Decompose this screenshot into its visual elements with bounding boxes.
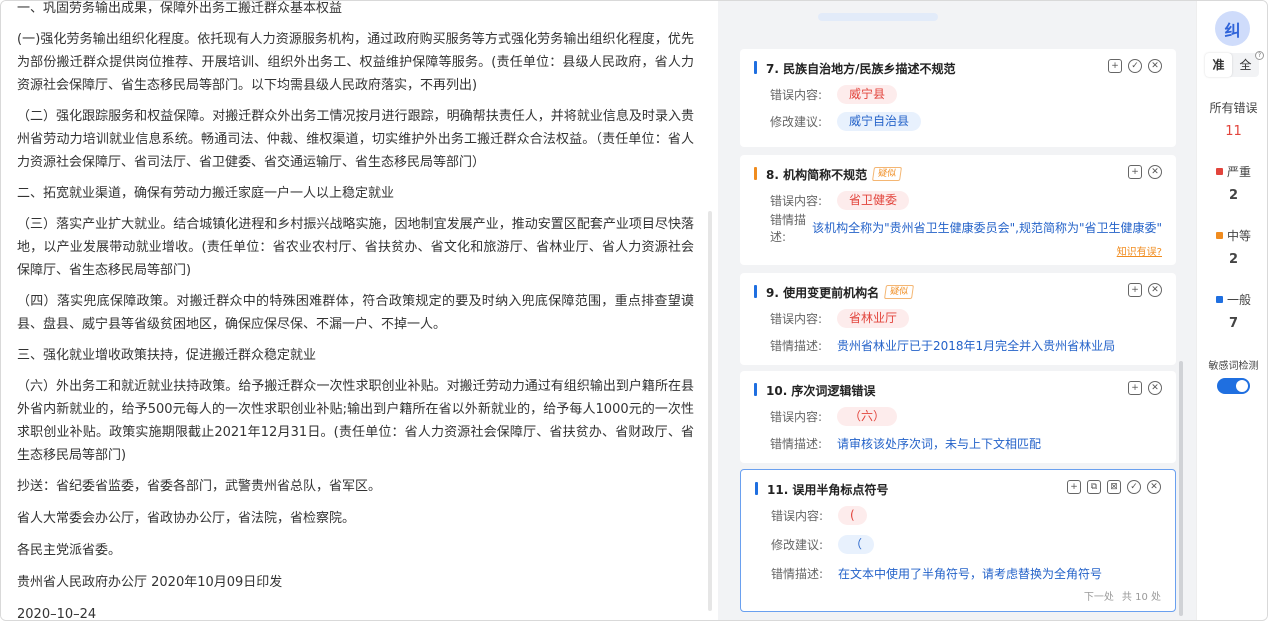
error-card-title: 7. 民族自治地方/民族乡描述不规范: [766, 61, 956, 76]
medium-dot-icon: [1215, 232, 1223, 239]
error-panel: 7. 民族自治地方/民族乡描述不规范 + ✓ ✕ 错误内容: 威宁县 修改建议:…: [718, 1, 1196, 620]
error-card-title: 9. 使用变更前机构名: [766, 285, 880, 300]
document-viewer: 一、巩固劳务输出成果，保障外出务工搬迁群众基本权益 (一)强化劳务输出组织化程度…: [1, 1, 708, 621]
content-label: 错误内容:: [770, 312, 823, 326]
suggestion-label: 修改建议:: [771, 538, 824, 552]
error-description: 在文本中使用了半角符号，请考虑替换为全角符号: [838, 567, 1103, 581]
doc-paragraph-4: （四）落实兜底保障政策。对搬迁群众中的特殊困难群体，符合政策规定的要及时纳入兜底…: [17, 294, 694, 332]
severe-count: 2: [1228, 188, 1239, 203]
doubt-tag: 疑似: [884, 285, 915, 299]
panel-scrollbar[interactable]: [1179, 361, 1183, 616]
severe-dot-icon: [1215, 168, 1223, 175]
general-filter[interactable]: 一般 7: [1197, 291, 1267, 331]
doc-heading-3: 三、强化就业增收政策扶持，促进搬迁群众稳定就业: [17, 348, 317, 363]
accept-icon[interactable]: ✓: [1128, 59, 1142, 73]
ignore-icon[interactable]: ✕: [1148, 59, 1162, 73]
error-content: 省卫健委: [837, 191, 910, 210]
error-card-8[interactable]: 8. 机构简称不规范 疑似 + ✕ 错误内容: 省卫健委 错情描述: 该机构全称…: [740, 155, 1176, 265]
doubt-tag: 疑似: [872, 167, 903, 181]
suggestion-label: 修改建议:: [770, 115, 823, 129]
all-errors-label: 所有错误: [1209, 101, 1258, 115]
previous-card-fragment: [818, 13, 938, 21]
general-count: 7: [1228, 316, 1239, 331]
description-label: 错情描述:: [770, 437, 823, 451]
doc-paragraph-1: (一)强化劳务输出组织化程度。依托现有人力资源服务机构，通过政府购买服务等方式强…: [17, 32, 694, 93]
all-errors-filter[interactable]: 所有错误 11: [1197, 99, 1267, 139]
severe-label: 严重: [1226, 165, 1251, 179]
add-to-lexicon-icon[interactable]: +: [1067, 480, 1081, 494]
replace-all-icon[interactable]: ⊠: [1107, 480, 1121, 494]
description-label: 错情描述:: [770, 339, 823, 353]
accept-icon[interactable]: ✓: [1127, 480, 1141, 494]
summary-sidebar: 纠 准 全 ? 所有错误 11 严重 2 中等 2 一般 7 敏感词检测: [1196, 1, 1267, 620]
doc-cc-line-1: 抄送：省纪委省监委，省委各部门，武警贵州省总队，省军区。: [17, 479, 382, 494]
content-label: 错误内容:: [770, 410, 823, 424]
content-label: 错误内容:: [770, 88, 823, 102]
error-card-10[interactable]: 10. 序次词逻辑错误 + ✕ 错误内容: （六） 错情描述: 请审核该处序次词…: [740, 371, 1176, 463]
occurrence-count: 共 10 处: [1121, 592, 1161, 603]
error-card-11[interactable]: 11. 误用半角标点符号 + ⧉ ⊠ ✓ ✕ 错误内容: ( 修改建议: （ 错…: [740, 469, 1176, 612]
suggestion-value[interactable]: （: [838, 535, 875, 554]
general-label: 一般: [1226, 293, 1251, 307]
doc-cc-line-2: 省人大常委会办公厅，省政协办公厅，省法院，省检察院。: [17, 511, 356, 526]
add-to-lexicon-icon[interactable]: +: [1108, 59, 1122, 73]
error-card-title: 11. 误用半角标点符号: [767, 482, 889, 497]
content-label: 错误内容:: [770, 194, 823, 208]
correction-avatar[interactable]: 纠: [1215, 11, 1250, 46]
medium-label: 中等: [1226, 229, 1251, 243]
next-occurrence-button[interactable]: 下一处: [1084, 588, 1114, 603]
doc-date: 2020–10–24: [17, 607, 97, 621]
tab-zhun[interactable]: 准: [1205, 53, 1232, 77]
doc-paragraph-3: （三）落实产业扩大就业。结合城镇化进程和乡村振兴战略实施，因地制宜发展产业，推动…: [17, 217, 694, 278]
sensitive-word-label: 敏感词检测: [1208, 361, 1259, 372]
doc-cc-line-3: 各民主党派省委。: [17, 543, 122, 558]
doc-paragraph-6: （六）外出务工和就近就业扶持政策。给予搬迁群众一次性求职创业补贴。对搬迁劳动力通…: [17, 379, 694, 463]
error-card-7[interactable]: 7. 民族自治地方/民族乡描述不规范 + ✓ ✕ 错误内容: 威宁县 修改建议:…: [740, 49, 1176, 147]
suggestion-value[interactable]: 威宁自治县: [837, 112, 922, 131]
severe-filter[interactable]: 严重 2: [1197, 163, 1267, 203]
medium-filter[interactable]: 中等 2: [1197, 227, 1267, 267]
ignore-icon[interactable]: ✕: [1148, 381, 1162, 395]
error-content: 威宁县: [837, 85, 898, 104]
doc-issuer: 贵州省人民政府办公厅 2020年10月09日印发: [17, 575, 283, 590]
ignore-icon[interactable]: ✕: [1148, 283, 1162, 297]
medium-count: 2: [1228, 252, 1239, 267]
error-content: (: [838, 506, 867, 525]
all-errors-count: 11: [1225, 124, 1242, 139]
ignore-icon[interactable]: ✕: [1147, 480, 1161, 494]
content-label: 错误内容:: [771, 509, 824, 523]
error-card-title: 8. 机构简称不规范: [766, 167, 868, 182]
error-description: 请审核该处序次词，未与上下文相匹配: [837, 437, 1042, 451]
mode-tabs: 准 全: [1205, 53, 1259, 77]
doc-heading-1: 一、巩固劳务输出成果，保障外出务工搬迁群众基本权益: [17, 1, 343, 16]
error-card-title: 10. 序次词逻辑错误: [766, 383, 876, 398]
add-to-lexicon-icon[interactable]: +: [1128, 283, 1142, 297]
general-dot-icon: [1215, 296, 1223, 303]
ignore-icon[interactable]: ✕: [1148, 165, 1162, 179]
description-label: 错情描述:: [771, 567, 824, 581]
error-description: 该机构全称为"贵州省卫生健康委员会",规范简称为"省卫生健康委": [812, 221, 1162, 235]
add-to-lexicon-icon[interactable]: +: [1128, 165, 1142, 179]
add-to-lexicon-icon[interactable]: +: [1128, 381, 1142, 395]
help-icon[interactable]: ?: [1255, 51, 1264, 60]
knowledge-error-link[interactable]: 知识有误?: [1117, 243, 1162, 258]
error-card-9[interactable]: 9. 使用变更前机构名 疑似 + ✕ 错误内容: 省林业厅 错情描述: 贵州省林…: [740, 273, 1176, 365]
app-window: 一、巩固劳务输出成果，保障外出务工搬迁群众基本权益 (一)强化劳务输出组织化程度…: [0, 0, 1268, 621]
doc-paragraph-2: （二）强化跟踪服务和权益保障。对搬迁群众外出务工情况按月进行跟踪，明确帮扶责任人…: [17, 109, 694, 170]
sensitive-word-toggle[interactable]: [1217, 378, 1250, 394]
description-label: 错情描述:: [770, 212, 807, 244]
copy-icon[interactable]: ⧉: [1087, 480, 1101, 494]
error-description: 贵州省林业厅已于2018年1月完全并入贵州省林业局: [837, 339, 1116, 353]
error-content: （六）: [837, 407, 898, 426]
doc-heading-2: 二、拓宽就业渠道，确保有劳动力搬迁家庭一户一人以上稳定就业: [17, 186, 395, 201]
error-content: 省林业厅: [837, 309, 910, 328]
document-scrollbar[interactable]: [708, 211, 712, 611]
